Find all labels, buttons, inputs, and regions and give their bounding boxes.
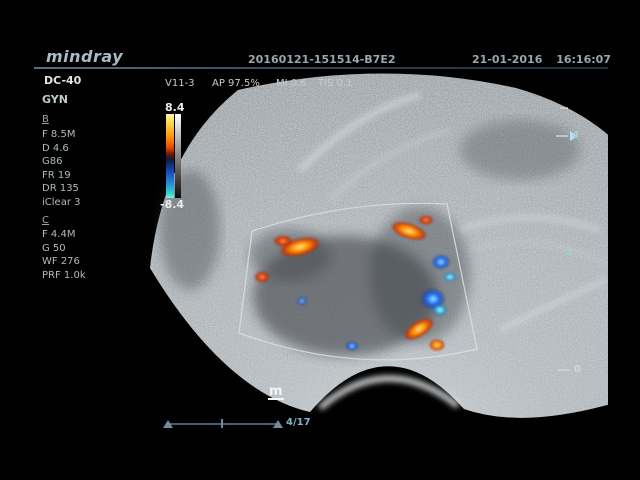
datetime: 21-01-2016 16:16:07 (472, 53, 611, 66)
color-scale-max: 8.4 (165, 101, 185, 114)
ultrasound-image (0, 0, 640, 480)
c-param-gain: G 50 (42, 243, 66, 254)
depth-label-4: 4 (572, 130, 579, 141)
thermal-index: TIS 0.1 (318, 78, 353, 89)
b-mode-section-label: B (42, 114, 49, 125)
probe-name: V11-3 (165, 78, 195, 89)
probe-orientation-marker: m (268, 385, 284, 400)
cine-progress-bar[interactable] (163, 419, 283, 428)
mindray-logo: mindray (46, 47, 123, 66)
depth-label-2: 2 (566, 247, 573, 258)
exam-id: 20160121-151514-B7E2 (248, 53, 396, 66)
doppler-color-bar (166, 114, 174, 198)
acoustic-power: AP 97.5% (212, 78, 260, 89)
color-scale-min: -8.4 (160, 198, 184, 211)
color-mode-section-label: C (42, 215, 49, 226)
c-param-wallfilter: WF 276 (42, 256, 80, 267)
b-param-iclear: iClear 3 (42, 197, 80, 208)
cine-frame-counter: 4/17 (286, 417, 311, 428)
ultrasound-screen: mindray 20160121-151514-B7E2 21-01-2016 … (0, 0, 640, 480)
system-model: DC-40 (44, 74, 81, 87)
c-param-frequency: F 4.4M (42, 229, 75, 240)
depth-label-0: 0 (574, 364, 581, 375)
b-param-dynamicrange: DR 135 (42, 183, 79, 194)
b-param-depth: D 4.6 (42, 143, 69, 154)
time-label: 16:16:07 (556, 53, 611, 66)
b-param-framerate: FR 19 (42, 170, 71, 181)
date-label: 21-01-2016 (472, 53, 542, 66)
mechanical-index: MI 0.6 (276, 78, 307, 89)
b-param-frequency: F 8.5M (42, 129, 75, 140)
topbar-divider (34, 67, 608, 69)
b-param-gain: G86 (42, 156, 62, 167)
exam-preset: GYN (42, 93, 68, 106)
grayscale-bar (175, 114, 181, 198)
c-param-prf: PRF 1.0k (42, 270, 86, 281)
